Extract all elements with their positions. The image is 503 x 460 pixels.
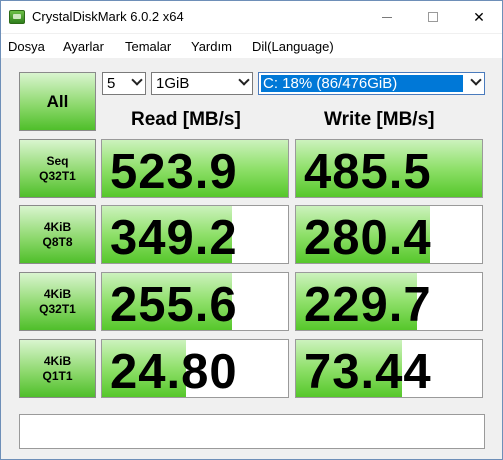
read-result-cell: 24.80: [101, 339, 289, 398]
window-title: CrystalDiskMark 6.0.2 x64: [32, 9, 184, 24]
write-result-value: 280.4: [304, 211, 432, 264]
menu-file[interactable]: Dosya: [8, 39, 45, 54]
read-result-value: 523.9: [110, 145, 238, 198]
menu-themes[interactable]: Temalar: [125, 39, 171, 54]
menu-help[interactable]: Yardım: [191, 39, 232, 54]
crystaldiskmark-app-icon: [9, 10, 25, 24]
write-result-cell: 229.7: [295, 272, 483, 331]
minimize-button[interactable]: [364, 1, 410, 33]
test-label-line2: Q32T1: [39, 301, 76, 316]
menu-settings[interactable]: Ayarlar: [63, 39, 104, 54]
read-result-value: 255.6: [110, 278, 238, 331]
write-result-cell: 280.4: [295, 205, 483, 264]
test-size-value: 1GiB: [156, 75, 190, 92]
menu-language[interactable]: Dil(Language): [252, 39, 334, 54]
app-window: CrystalDiskMark 6.0.2 x64 ✕ Dosya Ayarla…: [0, 0, 503, 460]
write-result-value: 229.7: [304, 278, 432, 331]
read-result-cell: 349.2: [101, 205, 289, 264]
write-result-value: 73.44: [304, 345, 432, 398]
test-label-line1: 4KiB: [43, 353, 72, 368]
test-4kib-q32t1-button[interactable]: 4KiB Q32T1: [19, 272, 96, 331]
test-label-line2: Q32T1: [39, 168, 76, 183]
close-icon: ✕: [473, 8, 485, 25]
test-size-select[interactable]: 1GiB: [151, 72, 253, 95]
test-label-line2: Q1T1: [42, 368, 73, 383]
test-label-line2: Q8T8: [42, 234, 73, 249]
test-count-select[interactable]: 5: [102, 72, 146, 95]
test-label-line1: Seq: [46, 153, 69, 168]
write-result-value: 485.5: [304, 145, 432, 198]
menu-bar: Dosya Ayarlar Temalar Yardım Dil(Languag…: [1, 34, 502, 58]
close-button[interactable]: ✕: [456, 1, 502, 33]
read-result-cell: 255.6: [101, 272, 289, 331]
read-result-cell: 523.9: [101, 139, 289, 198]
maximize-icon: [428, 12, 438, 22]
write-result-cell: 485.5: [295, 139, 483, 198]
main-panel: All 5 1GiB C: 18% (86/476GiB) Read [MB/s…: [1, 59, 502, 459]
test-label-line1: 4KiB: [43, 219, 72, 234]
test-4kib-q1t1-button[interactable]: 4KiB Q1T1: [19, 339, 96, 398]
read-result-value: 349.2: [110, 211, 238, 264]
drive-select[interactable]: C: 18% (86/476GiB): [258, 72, 485, 95]
chevron-down-icon: [131, 74, 143, 86]
read-header: Read [MB/s]: [131, 109, 241, 130]
maximize-button[interactable]: [410, 1, 456, 33]
title-bar[interactable]: CrystalDiskMark 6.0.2 x64 ✕: [1, 1, 502, 33]
drive-value: C: 18% (86/476GiB): [261, 75, 463, 92]
test-seq-q32t1-button[interactable]: Seq Q32T1: [19, 139, 96, 198]
write-header: Write [MB/s]: [324, 109, 435, 130]
chevron-down-icon: [238, 74, 250, 86]
read-result-value: 24.80: [110, 345, 238, 398]
test-4kib-q8t8-button[interactable]: 4KiB Q8T8: [19, 205, 96, 264]
comment-field[interactable]: [19, 414, 485, 449]
write-result-cell: 73.44: [295, 339, 483, 398]
all-button[interactable]: All: [19, 72, 96, 131]
test-count-value: 5: [107, 75, 116, 92]
chevron-down-icon: [470, 74, 482, 86]
test-label-line1: 4KiB: [43, 286, 72, 301]
minimize-icon: [382, 16, 392, 18]
